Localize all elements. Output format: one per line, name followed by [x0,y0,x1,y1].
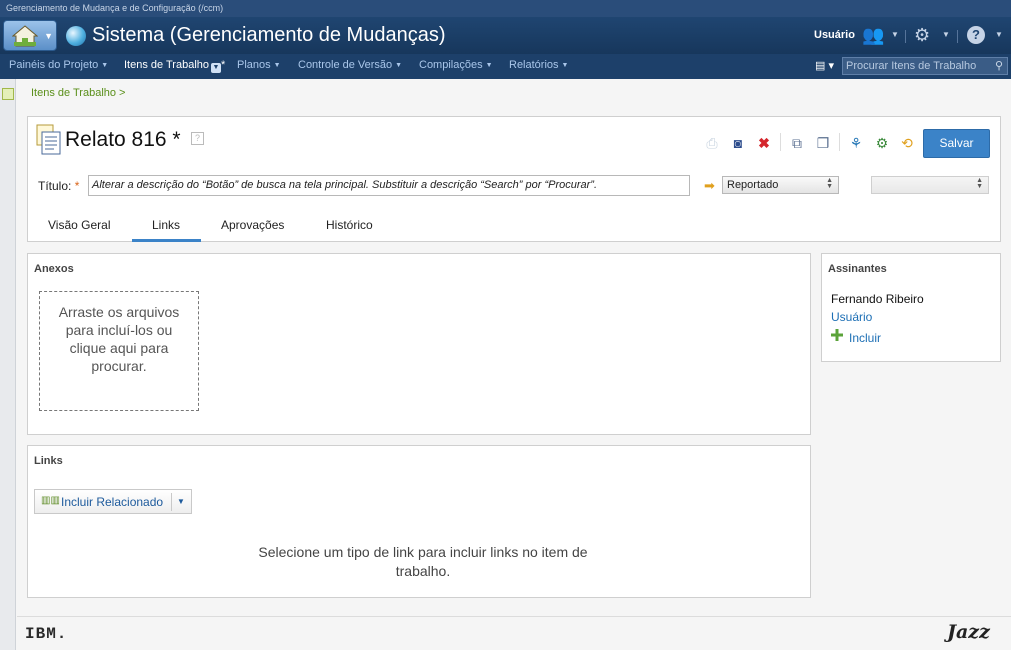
nav-builds[interactable]: Compilações ▼ [419,59,493,71]
find-duplicates-icon[interactable]: ⧉ [789,135,805,151]
nav-project-dashboards[interactable]: Painéis do Projeto ▼ [9,59,108,71]
nav-reports[interactable]: Relatórios ▼ [509,59,568,71]
chevron-down-icon: ▼ [44,31,53,41]
stepper-icon: ▲ ▼ [826,177,833,190]
work-item-header: Relato 816 * ? ⎙ ◙ ✖ ⧉ ❐ ⚘ ⚙ ⟲ Salvar Tí… [27,116,1001,242]
chevron-down-icon[interactable]: ▼ [942,30,950,39]
resolution-select[interactable]: ▲ ▼ [871,176,989,194]
users-icon[interactable]: 👥 [862,26,884,44]
chevron-down-icon[interactable]: ▼ [211,63,222,73]
jazz-logo: Jazz [947,621,990,643]
help-icon[interactable]: ? [191,132,204,145]
nav-source-control[interactable]: Controle de Versão ▼ [298,59,402,71]
attachments-panel: Anexos Arraste os arquivos para incluí-l… [27,253,811,435]
app-globe-icon [66,26,86,46]
chevron-down-icon: ▼ [273,62,281,69]
attachments-title: Anexos [34,263,74,275]
window-subtitle: Gerenciamento de Mudança e de Configuraç… [0,0,1011,17]
links-panel: Links ▥▥ Incluir Relacionado ▼ Selecione… [27,445,811,598]
breadcrumb[interactable]: Itens de Trabalho > [31,87,125,99]
help-icon[interactable]: ? [967,26,985,44]
print-icon[interactable]: ⎙ [704,135,720,151]
attachment-drop-zone[interactable]: Arraste os arquivos para incluí-los ou c… [39,291,199,411]
state-select[interactable]: Reportado ▲ ▼ [722,176,839,194]
links-title: Links [34,455,63,467]
footer: IBM. Jazz [17,616,1011,650]
subscribers-title: Assinantes [828,263,887,275]
tab-history[interactable]: Histórico [326,218,373,232]
divider [171,493,172,511]
subscriber-user-link[interactable]: Usuário [831,310,872,324]
work-item-title: Relato 816 * [65,128,181,151]
links-empty-message: Selecione um tipo de link para incluir l… [258,544,588,579]
view-list-icon[interactable]: ▤ ▾ [815,59,834,72]
home-button[interactable]: ▼ [3,20,57,51]
nav-work-items[interactable]: Itens de Trabalho ▼ * [124,59,225,73]
divider [905,30,906,43]
save-button[interactable]: Salvar [923,129,990,158]
workflow-icon[interactable]: ⚘ [848,135,864,151]
ibm-logo: IBM. [25,625,68,643]
copy-icon[interactable]: ❐ [815,135,831,151]
tab-approvals[interactable]: Aprovações [221,218,284,232]
work-item-icon [36,124,61,155]
chevron-down-icon: ▼ [561,62,569,69]
add-link-icon: ▥▥ [41,495,60,506]
tab-links[interactable]: Links [152,218,180,232]
user-menu[interactable]: Usuário [814,29,855,41]
dashboard-grid-icon[interactable] [2,88,14,100]
add-related-button[interactable]: ▥▥ Incluir Relacionado ▼ [34,489,192,514]
settings-gear-icon[interactable]: ⚙ [874,135,890,151]
search-icon[interactable]: ⚲ [995,59,1003,72]
chevron-down-icon[interactable]: ▼ [177,497,185,506]
active-tab-indicator [132,239,201,242]
tab-overview[interactable]: Visão Geral [48,218,110,232]
camera-icon[interactable]: ◙ [730,135,746,151]
app-title: Sistema (Gerenciamento de Mudanças) [92,24,446,46]
chevron-down-icon: ▼ [485,62,493,69]
required-marker: * [74,179,80,193]
left-rail [0,79,16,650]
chevron-down-icon: ▼ [101,62,109,69]
subscribers-panel: Assinantes Fernando Ribeiro Usuário Incl… [821,253,1001,362]
title-field[interactable]: Alterar a descrição do “Botão” de busca … [88,175,690,196]
app-banner: ▼ Sistema (Gerenciamento de Mudanças) Us… [0,17,1011,54]
tab-bar: Visão Geral Links Aprovações Histórico [28,210,1000,242]
plus-icon[interactable] [831,329,843,341]
title-label: Título: * [38,179,80,193]
chevron-down-icon: ▼ [395,62,403,69]
chevron-down-icon[interactable]: ▼ [995,30,1003,39]
refresh-icon[interactable]: ⟲ [899,135,915,151]
subscriber-name: Fernando Ribeiro [831,292,924,306]
divider [957,30,958,43]
state-transition-arrow-icon: ➡ [704,178,715,193]
chevron-down-icon[interactable]: ▼ [891,30,899,39]
delete-icon[interactable]: ✖ [756,135,772,151]
home-icon [12,25,38,47]
gear-icon[interactable]: ⚙ [914,26,930,44]
stepper-icon: ▲ ▼ [976,177,983,190]
nav-plans[interactable]: Planos ▼ [237,59,281,71]
divider [780,133,781,151]
divider [839,133,840,151]
search-input[interactable]: Procurar Itens de Trabalho ⚲ [842,57,1008,75]
add-subscriber-link[interactable]: Incluir [849,331,881,345]
